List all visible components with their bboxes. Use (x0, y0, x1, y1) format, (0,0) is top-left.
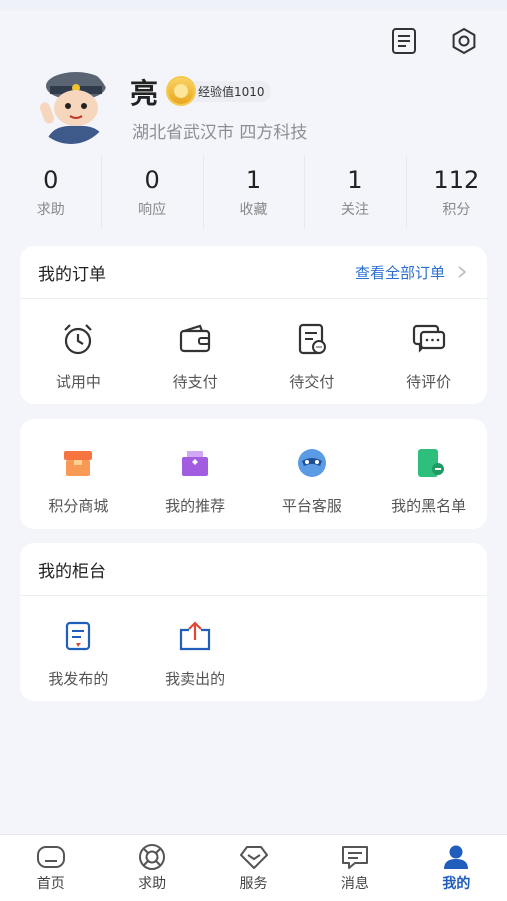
service-points-mall[interactable]: 积分商城 (20, 445, 137, 516)
message-icon (340, 843, 370, 871)
wallet-icon (177, 321, 213, 357)
document-icon (294, 321, 330, 357)
avatar[interactable] (32, 66, 110, 144)
home-icon (36, 843, 66, 871)
notes-icon[interactable] (389, 26, 419, 56)
order-unpaid[interactable]: 待支付 (137, 321, 254, 392)
stat-following[interactable]: 1 关注 (304, 156, 405, 228)
service-label: 我的推荐 (165, 497, 226, 515)
stat-value: 1 (347, 166, 363, 194)
stat-value: 0 (144, 166, 160, 194)
tab-home[interactable]: 首页 (0, 835, 101, 901)
view-all-label: 查看全部订单 (354, 263, 445, 282)
stat-response[interactable]: 0 响应 (101, 156, 202, 228)
tab-label: 我的 (442, 876, 471, 892)
tab-label: 求助 (138, 876, 167, 892)
user-location: 湖北省武汉市 四方科技 (132, 123, 308, 143)
order-undelivered[interactable]: 待交付 (254, 321, 371, 392)
exp-label: 经验值1010 (186, 80, 271, 102)
stat-help[interactable]: 0 求助 (0, 156, 101, 228)
orders-header: 我的订单 查看全部订单 (20, 246, 487, 299)
stats-row: 0 求助 0 响应 1 收藏 1 关注 112 积分 (0, 156, 507, 228)
stat-label: 积分 (442, 202, 471, 218)
counter-label: 我发布的 (48, 670, 109, 688)
service-customer-service[interactable]: 平台客服 (254, 445, 371, 516)
order-label: 待支付 (172, 373, 218, 391)
view-all-orders-link[interactable]: 查看全部订单 (355, 262, 469, 283)
stat-label: 求助 (36, 202, 65, 218)
stat-value: 1 (245, 166, 262, 194)
top-actions (389, 26, 479, 56)
stat-label: 关注 (340, 202, 369, 218)
counter-published[interactable]: 我发布的 (20, 618, 137, 689)
service-label: 我的黑名单 (391, 497, 467, 515)
tab-label: 首页 (36, 876, 65, 892)
stat-value: 112 (433, 166, 480, 194)
stat-points[interactable]: 112 积分 (405, 156, 507, 228)
order-trial[interactable]: 试用中 (20, 321, 137, 392)
orders-title: 我的订单 (38, 264, 106, 285)
tab-messages[interactable]: 消息 (304, 835, 405, 901)
order-label: 待交付 (289, 373, 335, 391)
counter-sold[interactable]: 我卖出的 (137, 618, 254, 689)
orders-grid: 试用中 待支付 待交付 待评价 (20, 299, 487, 392)
counter-grid: 我发布的 我卖出的 (20, 596, 487, 689)
service-label: 积分商城 (48, 497, 109, 515)
tab-service[interactable]: 服务 (203, 835, 304, 901)
services-grid: 积分商城 我的推荐 平台客服 我的黑名单 (20, 419, 487, 516)
stat-value: 0 (43, 166, 59, 194)
service-blacklist[interactable]: 我的黑名单 (370, 445, 487, 516)
status-bar (0, 0, 507, 10)
coin-icon (168, 78, 194, 104)
published-icon (60, 618, 96, 654)
bottom-tab-bar: 首页 求助 服务 消息 我的 (0, 834, 507, 901)
blacklist-icon (411, 445, 447, 481)
sold-icon (177, 618, 213, 654)
customer-service-icon (294, 445, 330, 481)
services-card: 积分商城 我的推荐 平台客服 我的黑名单 (20, 419, 487, 529)
alarm-clock-icon (60, 321, 96, 357)
lifebuoy-icon (137, 843, 167, 871)
chevron-right-icon (458, 266, 467, 278)
user-name: 亮 (130, 77, 159, 110)
service-recommend[interactable]: 我的推荐 (137, 445, 254, 516)
tab-me[interactable]: 我的 (406, 835, 507, 901)
stat-label: 响应 (138, 202, 167, 218)
order-label: 待评价 (406, 373, 452, 391)
tab-help[interactable]: 求助 (101, 835, 202, 901)
service-label: 平台客服 (281, 497, 342, 515)
stat-label: 收藏 (239, 202, 268, 218)
exp-badge: 经验值1010 (168, 78, 271, 104)
tab-label: 服务 (239, 876, 268, 892)
tab-label: 消息 (340, 876, 369, 892)
order-label: 试用中 (55, 373, 101, 391)
service-icon (239, 843, 269, 871)
profile-header: 亮 经验值1010 湖北省武汉市 四方科技 (32, 66, 482, 146)
chat-icon (411, 321, 447, 357)
recommend-icon (177, 445, 213, 481)
settings-icon[interactable] (449, 26, 479, 56)
stat-favorites[interactable]: 1 收藏 (202, 156, 304, 228)
counter-header: 我的柜台 (20, 543, 487, 596)
shop-icon (60, 445, 96, 481)
orders-card: 我的订单 查看全部订单 试用中 待支付 待交付 待评价 (20, 246, 487, 404)
order-to-review[interactable]: 待评价 (370, 321, 487, 392)
counter-card: 我的柜台 我发布的 我卖出的 (20, 543, 487, 701)
profile-icon (441, 843, 471, 871)
counter-label: 我卖出的 (165, 670, 226, 688)
counter-title: 我的柜台 (38, 561, 106, 582)
